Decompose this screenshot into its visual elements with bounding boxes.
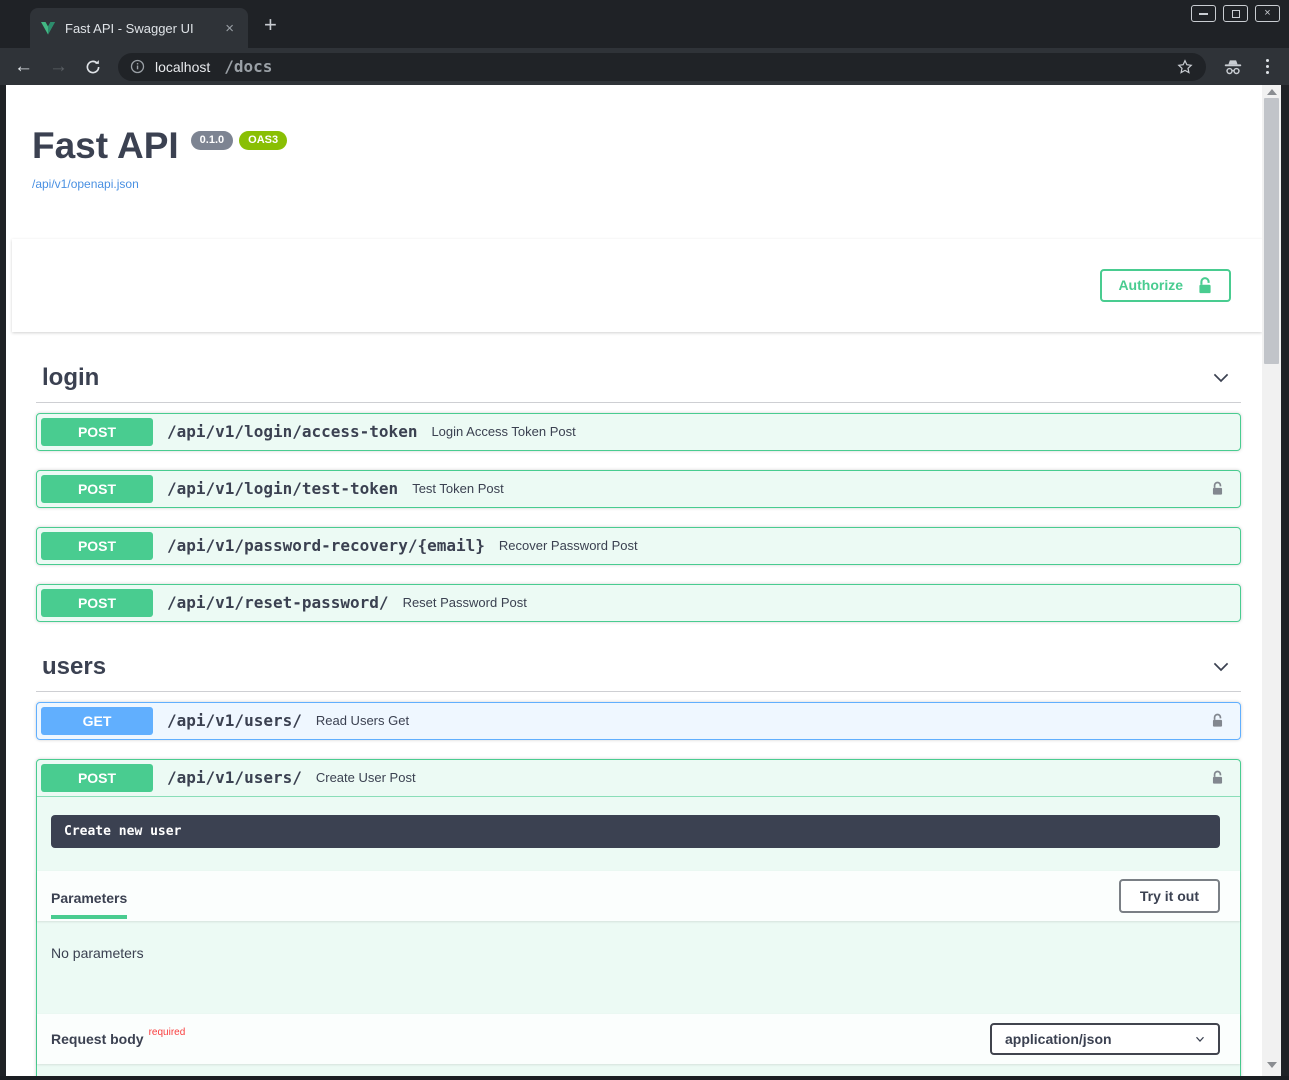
- method-badge: POST: [41, 418, 153, 446]
- scheme-container: Authorize: [12, 239, 1262, 332]
- section-header[interactable]: login: [36, 352, 1241, 403]
- close-button[interactable]: ×: [1255, 5, 1280, 22]
- section-title: users: [42, 653, 106, 681]
- method-badge: POST: [41, 532, 153, 560]
- browser-menu-icon[interactable]: [1260, 59, 1275, 74]
- no-parameters-text: No parameters: [37, 921, 1240, 991]
- scrollbar-thumb[interactable]: [1264, 98, 1279, 364]
- api-section: login POST /api/v1/login/access-token Lo…: [36, 352, 1241, 622]
- tab-parameters[interactable]: Parameters: [51, 873, 127, 919]
- section-title: login: [42, 364, 99, 392]
- swagger-page: Fast API 0.1.0 OAS3 /api/v1/openapi.json…: [6, 85, 1281, 1076]
- endpoint-path: /api/v1/login/access-token: [167, 422, 417, 441]
- authorize-button[interactable]: Authorize: [1100, 269, 1231, 302]
- url-path: /docs: [224, 57, 272, 76]
- version-badge: 0.1.0: [191, 131, 233, 150]
- site-info-icon[interactable]: [130, 59, 145, 74]
- lock-icon[interactable]: [1211, 769, 1224, 786]
- parameters-header: Parameters Try it out: [37, 871, 1240, 921]
- browser-tab[interactable]: Fast API - Swagger UI ×: [30, 8, 248, 48]
- window-controls: ×: [1191, 5, 1280, 22]
- endpoint-summary-bar[interactable]: GET /api/v1/users/ Read Users Get: [37, 703, 1240, 739]
- endpoint-row[interactable]: POST /api/v1/password-recovery/{email} R…: [36, 527, 1241, 565]
- oas3-badge: OAS3: [239, 131, 287, 150]
- endpoint-summary-bar[interactable]: POST /api/v1/login/test-token Test Token…: [37, 471, 1240, 507]
- endpoint-row[interactable]: POST /api/v1/users/ Create User Post Cre…: [36, 759, 1241, 1076]
- chevron-down-icon[interactable]: [1209, 655, 1233, 679]
- endpoint-summary-bar[interactable]: POST /api/v1/login/access-token Login Ac…: [37, 414, 1240, 450]
- authorize-label: Authorize: [1118, 277, 1183, 293]
- model-example: Example Value Schema {: [37, 1064, 1240, 1076]
- endpoint-description: Login Access Token Post: [431, 424, 575, 439]
- forward-icon[interactable]: →: [49, 57, 68, 76]
- chevron-down-icon: [1193, 1032, 1207, 1046]
- incognito-icon: [1222, 56, 1244, 78]
- page-title: Fast API: [32, 127, 179, 166]
- media-type-select[interactable]: application/json: [990, 1023, 1220, 1055]
- method-badge: POST: [41, 764, 153, 792]
- endpoint-summary-bar[interactable]: POST /api/v1/reset-password/ Reset Passw…: [37, 585, 1240, 621]
- endpoint-row[interactable]: POST /api/v1/login/test-token Test Token…: [36, 470, 1241, 508]
- scroll-down-arrow-icon[interactable]: [1267, 1062, 1277, 1068]
- tab-strip: Fast API - Swagger UI × + ×: [0, 0, 1289, 48]
- bookmark-star-icon[interactable]: [1176, 58, 1194, 76]
- endpoint-row[interactable]: GET /api/v1/users/ Read Users Get: [36, 702, 1241, 740]
- back-icon[interactable]: ←: [14, 57, 33, 76]
- url-host: localhost: [155, 59, 210, 75]
- endpoint-summary-bar[interactable]: POST /api/v1/users/ Create User Post: [37, 760, 1240, 797]
- endpoint-path: /api/v1/reset-password/: [167, 593, 389, 612]
- endpoint-summary-bar[interactable]: POST /api/v1/password-recovery/{email} R…: [37, 528, 1240, 564]
- endpoint-path: /api/v1/users/: [167, 711, 302, 730]
- endpoint-description: Reset Password Post: [403, 595, 527, 610]
- endpoint-description: Test Token Post: [412, 481, 504, 496]
- fastapi-favicon: [40, 20, 56, 36]
- endpoint-description: Recover Password Post: [499, 538, 638, 553]
- window-bottom-edge: [0, 1076, 1289, 1080]
- try-it-out-button[interactable]: Try it out: [1119, 879, 1220, 913]
- request-body-header: Request body required application/json: [37, 1014, 1240, 1064]
- endpoint-row[interactable]: POST /api/v1/reset-password/ Reset Passw…: [36, 584, 1241, 622]
- method-badge: POST: [41, 475, 153, 503]
- reload-icon[interactable]: [84, 58, 102, 76]
- media-type-value: application/json: [1005, 1031, 1112, 1047]
- badges: 0.1.0 OAS3: [191, 131, 287, 150]
- browser-toolbar: ← → localhost/docs: [0, 48, 1289, 85]
- url-bar[interactable]: localhost/docs: [118, 53, 1206, 81]
- unlock-icon: [1197, 276, 1213, 295]
- chevron-down-icon[interactable]: [1209, 366, 1233, 390]
- endpoint-row[interactable]: POST /api/v1/login/access-token Login Ac…: [36, 413, 1241, 451]
- browser-window: Fast API - Swagger UI × + × ← → localhos…: [0, 0, 1289, 1080]
- endpoint-path: /api/v1/login/test-token: [167, 479, 398, 498]
- new-tab-button[interactable]: +: [264, 12, 277, 38]
- required-flag: required: [149, 1027, 186, 1038]
- endpoint-description: Create User Post: [316, 770, 416, 785]
- maximize-button[interactable]: [1223, 5, 1248, 22]
- api-info: Fast API 0.1.0 OAS3 /api/v1/openapi.json: [6, 85, 1262, 193]
- lock-icon[interactable]: [1211, 480, 1224, 497]
- tab-close-icon[interactable]: ×: [221, 19, 238, 38]
- method-badge: POST: [41, 589, 153, 617]
- request-body-label: Request body: [51, 1031, 144, 1047]
- endpoint-description: Read Users Get: [316, 713, 409, 728]
- endpoint-path: /api/v1/password-recovery/{email}: [167, 536, 485, 555]
- endpoint-path: /api/v1/users/: [167, 768, 302, 787]
- openapi-spec-link[interactable]: /api/v1/openapi.json: [32, 177, 139, 191]
- section-header[interactable]: users: [36, 641, 1241, 692]
- minimize-button[interactable]: [1191, 5, 1216, 22]
- api-section: users GET /api/v1/users/ Read Users Get …: [36, 641, 1241, 1076]
- method-badge: GET: [41, 707, 153, 735]
- operation-description: Create new user: [51, 815, 1220, 848]
- operation-body: Create new user Parameters Try it out No…: [37, 815, 1240, 1076]
- operations-list: login POST /api/v1/login/access-token Lo…: [6, 352, 1262, 1076]
- tab-title: Fast API - Swagger UI: [65, 21, 212, 36]
- url-text: localhost/docs: [155, 57, 272, 76]
- lock-icon[interactable]: [1211, 712, 1224, 729]
- page-scrollbar[interactable]: [1262, 85, 1281, 1076]
- scroll-up-arrow-icon[interactable]: [1267, 89, 1277, 95]
